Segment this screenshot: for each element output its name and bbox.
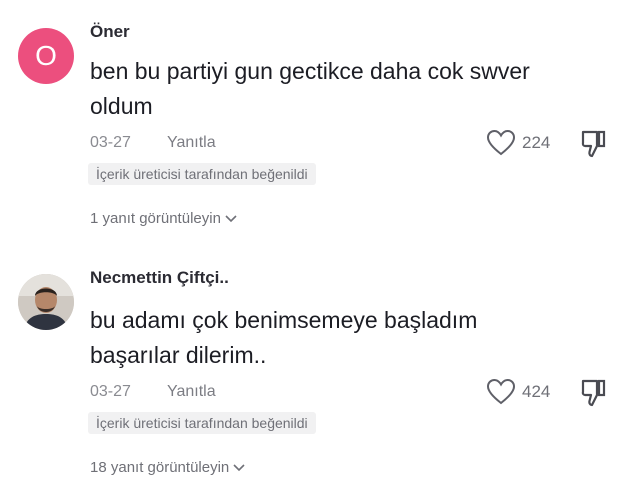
comment-username[interactable]: Necmettin Çiftçi..: [90, 268, 229, 288]
avatar[interactable]: [18, 274, 74, 330]
view-replies-label: 18 yanıt görüntüleyin: [90, 459, 230, 476]
creator-liked-badge: İçerik üreticisi tarafından beğenildi: [88, 163, 316, 185]
like-button[interactable]: 224: [486, 129, 550, 157]
creator-liked-badge: İçerik üreticisi tarafından beğenildi: [88, 412, 316, 434]
heart-outline-icon: [486, 378, 516, 405]
like-button[interactable]: 424: [486, 378, 550, 406]
avatar[interactable]: O: [18, 28, 74, 84]
reply-button[interactable]: Yanıtla: [167, 383, 216, 401]
comment-text-line: bu adamı çok benimsemeye başladım: [90, 307, 478, 333]
comment-text-line: ben bu partiyi gun gectikce daha cok swv…: [90, 58, 530, 84]
comment-username[interactable]: Öner: [90, 22, 130, 42]
thumbs-down-icon: [581, 379, 606, 407]
view-replies-label: 1 yanıt görüntüleyin: [90, 210, 221, 227]
chevron-down-icon: [233, 463, 245, 471]
view-replies-button[interactable]: 18 yanıt görüntüleyin: [90, 459, 245, 476]
like-count: 424: [522, 382, 551, 401]
dislike-button[interactable]: [580, 129, 608, 164]
heart-outline-icon: [486, 129, 516, 156]
comment-date: 03-27: [90, 134, 131, 151]
comment-text-line: oldum: [90, 93, 153, 119]
comment-text-line: başarılar dilerim..: [90, 342, 267, 368]
comment-text: bu adamı çok benimsemeye başladım başarı…: [90, 303, 610, 373]
comment-date: 03-27: [90, 383, 131, 400]
view-replies-button[interactable]: 1 yanıt görüntüleyin: [90, 210, 237, 227]
thumbs-down-icon: [581, 130, 606, 158]
like-count: 224: [522, 133, 551, 152]
comment-text: ben bu partiyi gun gectikce daha cok swv…: [90, 54, 610, 124]
profile-photo: [18, 274, 74, 330]
dislike-button[interactable]: [580, 378, 608, 413]
avatar-letter: O: [35, 40, 57, 71]
reply-button[interactable]: Yanıtla: [167, 134, 216, 152]
chevron-down-icon: [225, 214, 237, 222]
